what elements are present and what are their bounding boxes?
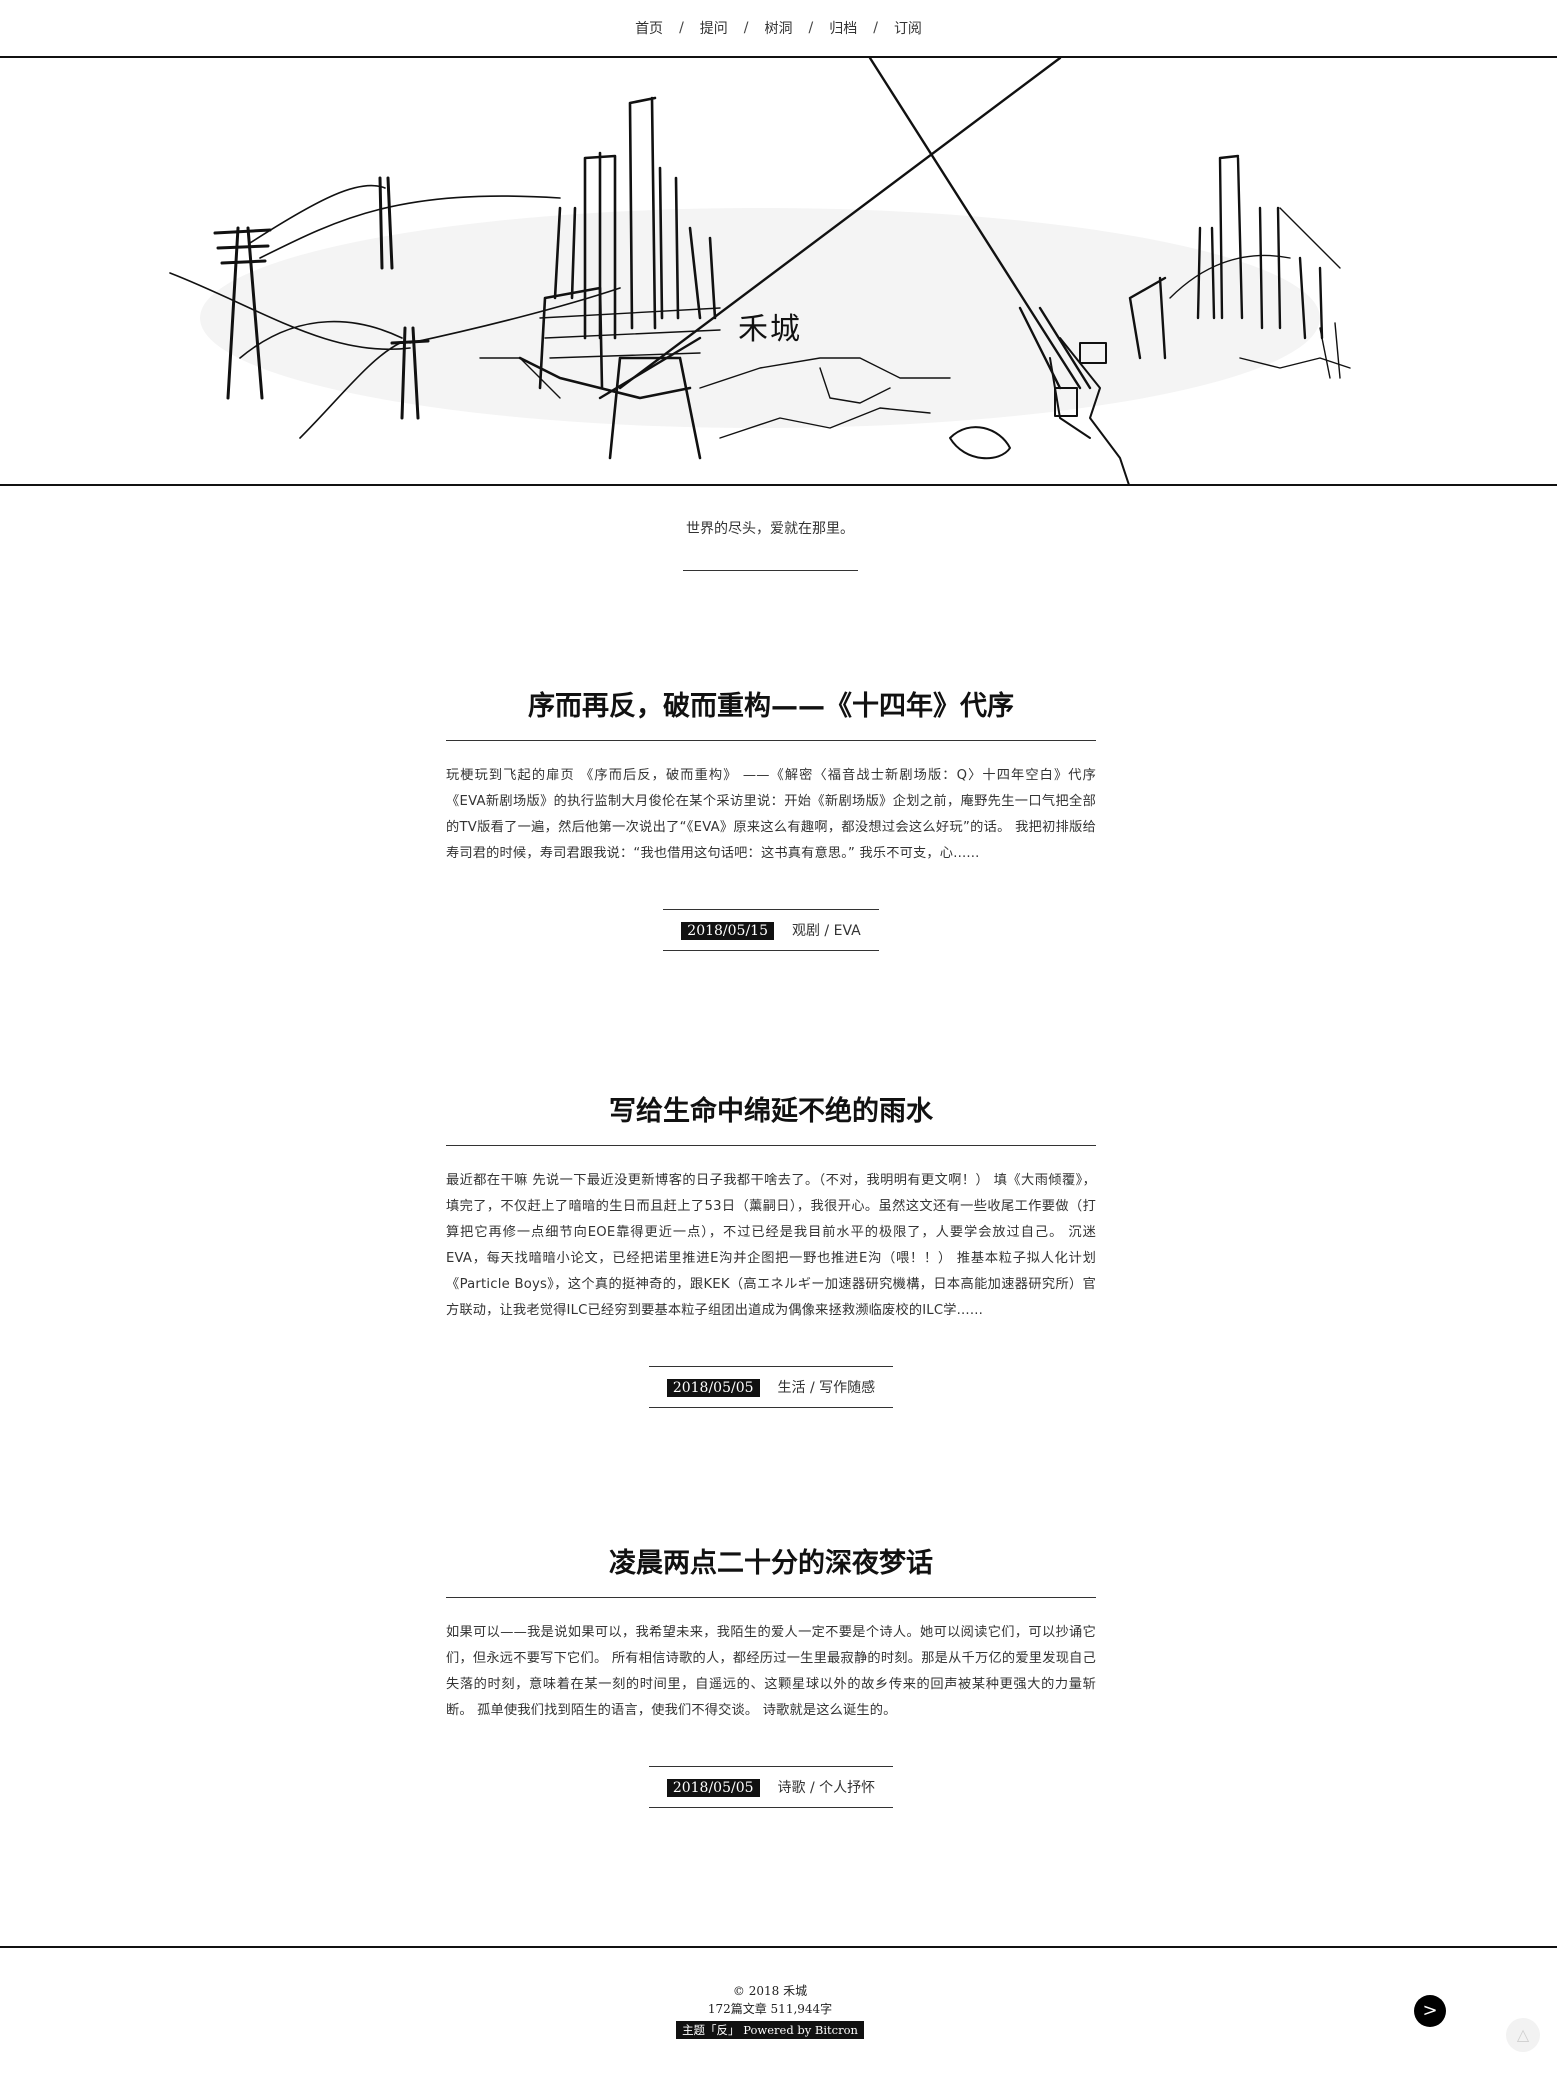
nav-item-subscribe[interactable]: 订阅	[894, 18, 922, 38]
post-date: 2018/05/15	[681, 922, 774, 940]
post-card: 凌晨两点二十分的深夜梦话 如果可以——我是说如果可以，我希望未来，我陌生的爱人一…	[446, 1539, 1096, 1808]
back-to-top-button[interactable]: △	[1506, 2018, 1540, 2052]
next-page-button[interactable]: >	[1414, 1995, 1446, 2027]
cityscape-illustration	[169, 58, 1351, 484]
site-title[interactable]: 禾城	[0, 304, 1540, 348]
footer-divider	[0, 1946, 1557, 1948]
post-excerpt: 如果可以——我是说如果可以，我希望未来，我陌生的爱人一定不要是个诗人。她可以阅读…	[446, 1625, 1096, 1718]
nav-separator: /	[743, 20, 749, 36]
nav-separator: /	[873, 20, 878, 36]
post-excerpt: 最近都在干嘛 先说一下最近没更新博客的日子我都干啥去了。（不对，我明明有更文啊！…	[446, 1173, 1096, 1318]
post-date: 2018/05/05	[666, 1379, 760, 1397]
nav-item-home[interactable]: 首页	[635, 18, 663, 38]
post-category[interactable]: 诗歌 / 个人抒怀	[778, 1780, 876, 1796]
post-card: 写给生命中绵延不绝的雨水 最近都在干嘛 先说一下最近没更新博客的日子我都干啥去了…	[446, 1087, 1096, 1408]
hero-banner: 禾城	[0, 58, 1557, 484]
post-meta: 2018/05/05 诗歌 / 个人抒怀	[648, 1766, 894, 1808]
nav-item-archive[interactable]: 归档	[829, 18, 857, 38]
site-tagline: 世界的尽头，爱就在那里。	[686, 521, 854, 537]
footer-stats: 172篇文章 511,944字	[707, 2002, 833, 2016]
footer-theme-credit[interactable]: 主题「反」 Powered by Bitcron	[676, 2021, 864, 2039]
post-title-divider	[446, 740, 1096, 741]
post-category[interactable]: 生活 / 写作随感	[778, 1380, 876, 1396]
hero-divider	[0, 484, 1557, 486]
post-title-divider	[446, 1597, 1096, 1598]
nav-item-treehole[interactable]: 树洞	[765, 18, 793, 38]
top-nav: 首页 / 提问 / 树洞 / 归档 / 订阅	[0, 0, 1557, 56]
post-meta: 2018/05/05 生活 / 写作随感	[648, 1366, 894, 1408]
post-card: 序而再反，破而重构——《十四年》代序 玩梗玩到飞起的扉页 《序而后反，破而重构》…	[446, 682, 1096, 951]
nav-item-ask[interactable]: 提问	[700, 18, 728, 38]
post-title[interactable]: 写给生命中绵延不绝的雨水	[446, 1087, 1096, 1137]
footer-copyright: © 2018 禾城	[732, 1984, 808, 1998]
nav-separator: /	[808, 20, 814, 36]
post-title[interactable]: 凌晨两点二十分的深夜梦话	[446, 1539, 1096, 1589]
post-date: 2018/05/05	[666, 1779, 760, 1797]
post-excerpt: 玩梗玩到飞起的扉页 《序而后反，破而重构》 ——《解密〈福音战士新剧场版：Q〉十…	[446, 768, 1096, 861]
nav-separator: /	[679, 20, 684, 36]
post-category[interactable]: 观剧 / EVA	[792, 923, 861, 939]
post-title[interactable]: 序而再反，破而重构——《十四年》代序	[446, 682, 1096, 732]
post-meta: 2018/05/15 观剧 / EVA	[663, 909, 879, 951]
site-footer: © 2018 禾城 172篇文章 511,944字 主题「反」 Powered …	[0, 1982, 1540, 2039]
post-title-divider	[446, 1145, 1096, 1146]
tagline-divider	[683, 570, 858, 571]
